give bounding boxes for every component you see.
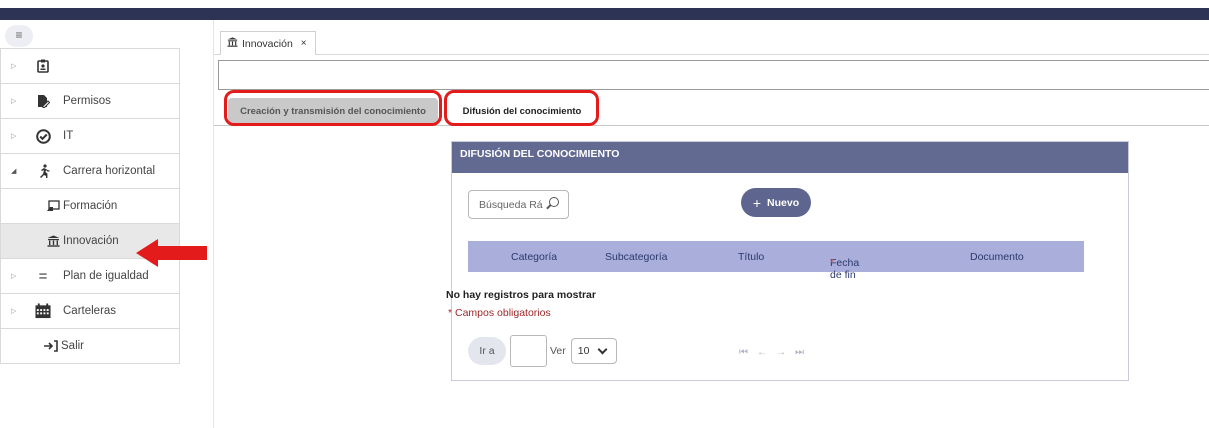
column-header-categoria[interactable]: Categoría bbox=[511, 251, 557, 263]
search-placeholder: Búsqueda Rá bbox=[479, 198, 543, 211]
exit-icon bbox=[43, 338, 59, 354]
column-header-subcategoria[interactable]: Subcategoría bbox=[605, 251, 667, 263]
view-label: Ver bbox=[550, 345, 566, 357]
column-header-documento[interactable]: Documento bbox=[970, 251, 1024, 263]
column-header-titulo[interactable]: Título bbox=[738, 251, 764, 263]
expand-arrow-icon: ▷ bbox=[11, 63, 17, 70]
page-navigation: ⏮ ← → ⏭ bbox=[739, 347, 804, 358]
pagination: Ir a Ver 10 bbox=[468, 334, 617, 368]
sidebar-item-it[interactable]: ▷ IT bbox=[1, 119, 179, 154]
expand-arrow-icon: ▷ bbox=[11, 98, 17, 105]
tab-innovacion[interactable]: Innovación × bbox=[220, 31, 316, 55]
tab-creacion-transmision[interactable]: Creación y transmisión del conocimiento bbox=[228, 98, 438, 124]
calendar-icon bbox=[35, 303, 51, 319]
expand-arrow-icon: ▷ bbox=[11, 133, 17, 140]
quick-search-input[interactable]: Búsqueda Rá bbox=[468, 190, 569, 219]
required-marker: * bbox=[830, 256, 835, 269]
sidebar-item-formacion[interactable]: Formación bbox=[1, 189, 179, 224]
tab-difusion[interactable]: Difusión del conocimiento bbox=[448, 98, 596, 124]
sidebar-item-label: Salir bbox=[61, 340, 85, 352]
document-edit-icon bbox=[35, 93, 51, 109]
main-area: Innovación × Creación y transmisión del … bbox=[213, 20, 1209, 428]
page-size-select[interactable]: 10 bbox=[570, 338, 617, 364]
prev-page-icon[interactable]: ← bbox=[757, 347, 767, 358]
sidebar-item-carrera-horizontal[interactable]: ◢ Carrera horizontal bbox=[1, 154, 179, 189]
page-size-value: 10 bbox=[577, 345, 590, 357]
tab-label: Innovación bbox=[242, 37, 293, 50]
subtab-strip: Creación y transmisión del conocimiento … bbox=[214, 96, 1209, 126]
collapse-arrow-icon: ◢ bbox=[11, 168, 17, 175]
page-number-input[interactable] bbox=[510, 335, 547, 367]
institution-icon bbox=[227, 37, 238, 50]
expand-arrow-icon: ▷ bbox=[11, 308, 17, 315]
sidebar-item-label: Carteleras bbox=[63, 305, 117, 317]
new-button-label: Nuevo bbox=[767, 196, 800, 209]
equals-icon: = bbox=[38, 267, 48, 285]
column-label: Fecha de fin bbox=[830, 256, 860, 281]
chevron-down-icon bbox=[598, 344, 608, 354]
sidebar: ≡ ▷ ▷ Permisos ▷ IT ◢ Carrera horizontal… bbox=[0, 20, 180, 428]
runner-icon bbox=[35, 163, 51, 179]
sidebar-menu: ▷ ▷ Permisos ▷ IT ◢ Carrera horizontal F… bbox=[0, 48, 180, 364]
sidebar-toggle-button[interactable]: ≡ bbox=[5, 25, 33, 47]
sidebar-item-label: Carrera horizontal bbox=[63, 165, 156, 177]
difusion-panel: DIFUSIÓN DEL CONOCIMIENTO Búsqueda Rá + … bbox=[446, 141, 1129, 381]
checkmark-circle-icon bbox=[35, 128, 51, 144]
header-band bbox=[0, 8, 1209, 20]
close-icon[interactable]: × bbox=[301, 38, 307, 49]
expand-arrow-icon: ▷ bbox=[11, 273, 17, 280]
new-button[interactable]: + Nuevo bbox=[741, 188, 811, 217]
panel-title: DIFUSIÓN DEL CONOCIMIENTO bbox=[452, 142, 1128, 173]
sidebar-item-carteleras[interactable]: ▷ Carteleras bbox=[1, 294, 179, 329]
top-input-bar[interactable] bbox=[218, 60, 1209, 90]
whiteboard-icon bbox=[45, 198, 61, 214]
sidebar-item-label: Innovación bbox=[63, 235, 119, 247]
sidebar-item-label: Formación bbox=[63, 200, 118, 212]
top-bar bbox=[0, 0, 1209, 20]
search-icon[interactable] bbox=[549, 197, 559, 207]
go-to-page-button[interactable]: Ir a bbox=[468, 337, 506, 365]
sidebar-item-label: IT bbox=[63, 130, 74, 142]
sidebar-item-label: Permisos bbox=[63, 95, 111, 107]
plus-icon: + bbox=[752, 194, 762, 211]
hamburger-icon: ≡ bbox=[15, 28, 23, 42]
sidebar-item-salir[interactable]: Salir bbox=[1, 329, 179, 364]
empty-message: No hay registros para mostrar bbox=[446, 289, 596, 301]
sidebar-item-badge[interactable]: ▷ bbox=[1, 49, 179, 84]
institution-icon bbox=[45, 233, 61, 249]
badge-icon bbox=[35, 58, 51, 74]
table-header: Categoría Subcategoría Título Fecha de f… bbox=[468, 241, 1084, 281]
first-page-icon[interactable]: ⏮ bbox=[739, 347, 748, 358]
tab-strip: Innovación × bbox=[214, 31, 1209, 55]
next-page-icon[interactable]: → bbox=[776, 347, 786, 358]
sidebar-item-label: Plan de igualdad bbox=[63, 270, 149, 282]
last-page-icon[interactable]: ⏭ bbox=[795, 347, 804, 358]
sidebar-item-permisos[interactable]: ▷ Permisos bbox=[1, 84, 179, 119]
required-fields-note: * Campos obligatorios bbox=[448, 307, 551, 319]
annotation-arrow bbox=[136, 239, 207, 267]
